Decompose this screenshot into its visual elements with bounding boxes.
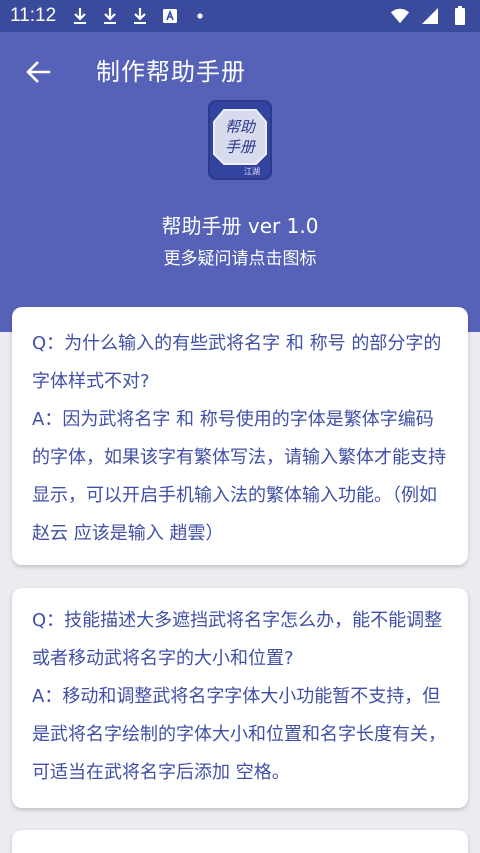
- faq-card: Q：技能描述大多遮挡武将名字怎么办，能不能调整或者移动武将名字的大小和位置? A…: [12, 588, 468, 808]
- app-icon-text-line2: 手册: [225, 138, 257, 156]
- app-icon-button[interactable]: 帮助 手册 江湖: [204, 98, 276, 182]
- system-icons: [390, 6, 470, 26]
- signal-icon: [420, 6, 440, 26]
- download-icon: [70, 6, 90, 26]
- arrow-left-icon: [26, 61, 51, 83]
- faq-question: Q：为什么输入的有些武将名字 和 称号 的部分字的字体样式不对?: [32, 333, 442, 392]
- hint-label: 更多疑问请点击图标: [163, 249, 317, 269]
- help-manual-icon: 帮助 手册 江湖: [208, 100, 272, 180]
- app-icon-text-line1: 帮助: [225, 118, 257, 136]
- faq-answer: A：因为武将名字 和 称号使用的字体是繁体字编码的字体，如果该字有繁体写法，请输…: [32, 409, 446, 544]
- download-icon: [100, 6, 120, 26]
- page-title: 制作帮助手册: [96, 58, 246, 86]
- faq-card: Q：为什么输入的有些武将名字 和 称号 的部分字的字体样式不对? A：因为武将名…: [12, 307, 468, 565]
- back-button[interactable]: [20, 54, 56, 90]
- status-bar: 11:12: [0, 0, 480, 32]
- app-icon-signature: 江湖: [244, 167, 260, 176]
- a-square-icon: [160, 6, 180, 26]
- notification-icons: [70, 6, 210, 26]
- battery-icon: [450, 6, 470, 26]
- dot-icon: [190, 6, 210, 26]
- status-time: 11:12: [10, 5, 57, 26]
- header: 制作帮助手册 帮助 手册 江湖 帮助手册 ver 1.0 更多疑问请点击图标: [0, 32, 480, 332]
- faq-question: Q：技能描述大多遮挡武将名字怎么办，能不能调整或者移动武将名字的大小和位置?: [32, 610, 443, 669]
- faq-card: [12, 830, 468, 853]
- version-label: 帮助手册 ver 1.0: [161, 214, 319, 238]
- download-icon: [130, 6, 150, 26]
- wifi-icon: [390, 6, 410, 26]
- faq-answer: A：移动和调整武将名字字体大小功能暂不支持，但是武将名字绘制的字体大小和位置和名…: [32, 686, 446, 783]
